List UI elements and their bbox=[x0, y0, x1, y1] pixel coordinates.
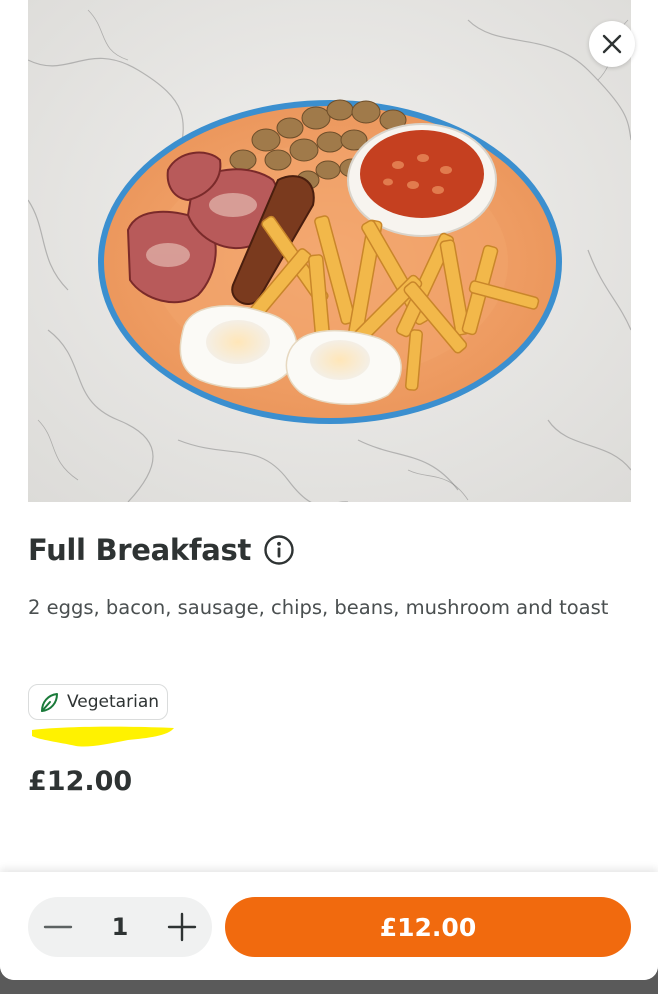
item-title: Full Breakfast bbox=[28, 533, 252, 567]
order-footer: 1 £12.00 bbox=[0, 872, 658, 980]
quantity-stepper: 1 bbox=[28, 897, 212, 957]
close-icon bbox=[602, 34, 622, 54]
quantity-value: 1 bbox=[111, 913, 129, 941]
add-to-order-button[interactable]: £12.00 bbox=[225, 897, 631, 957]
dietary-badge-label: Vegetarian bbox=[67, 692, 160, 712]
decrease-quantity-button[interactable] bbox=[38, 907, 78, 947]
info-icon[interactable] bbox=[263, 534, 295, 566]
item-description: 2 eggs, bacon, sausage, chips, beans, mu… bbox=[28, 596, 609, 619]
plus-icon bbox=[167, 912, 197, 942]
increase-quantity-button[interactable] bbox=[162, 907, 202, 947]
close-button[interactable] bbox=[589, 21, 635, 67]
item-title-row: Full Breakfast bbox=[28, 533, 295, 567]
leaf-icon bbox=[41, 693, 58, 712]
item-price: £12.00 bbox=[28, 766, 133, 797]
item-detail-modal: Full Breakfast 2 eggs, bacon, sausage, c… bbox=[0, 0, 658, 980]
dietary-badge: Vegetarian bbox=[28, 684, 169, 720]
item-image bbox=[28, 0, 631, 502]
highlight-marker bbox=[32, 726, 174, 747]
minus-icon bbox=[43, 925, 73, 929]
